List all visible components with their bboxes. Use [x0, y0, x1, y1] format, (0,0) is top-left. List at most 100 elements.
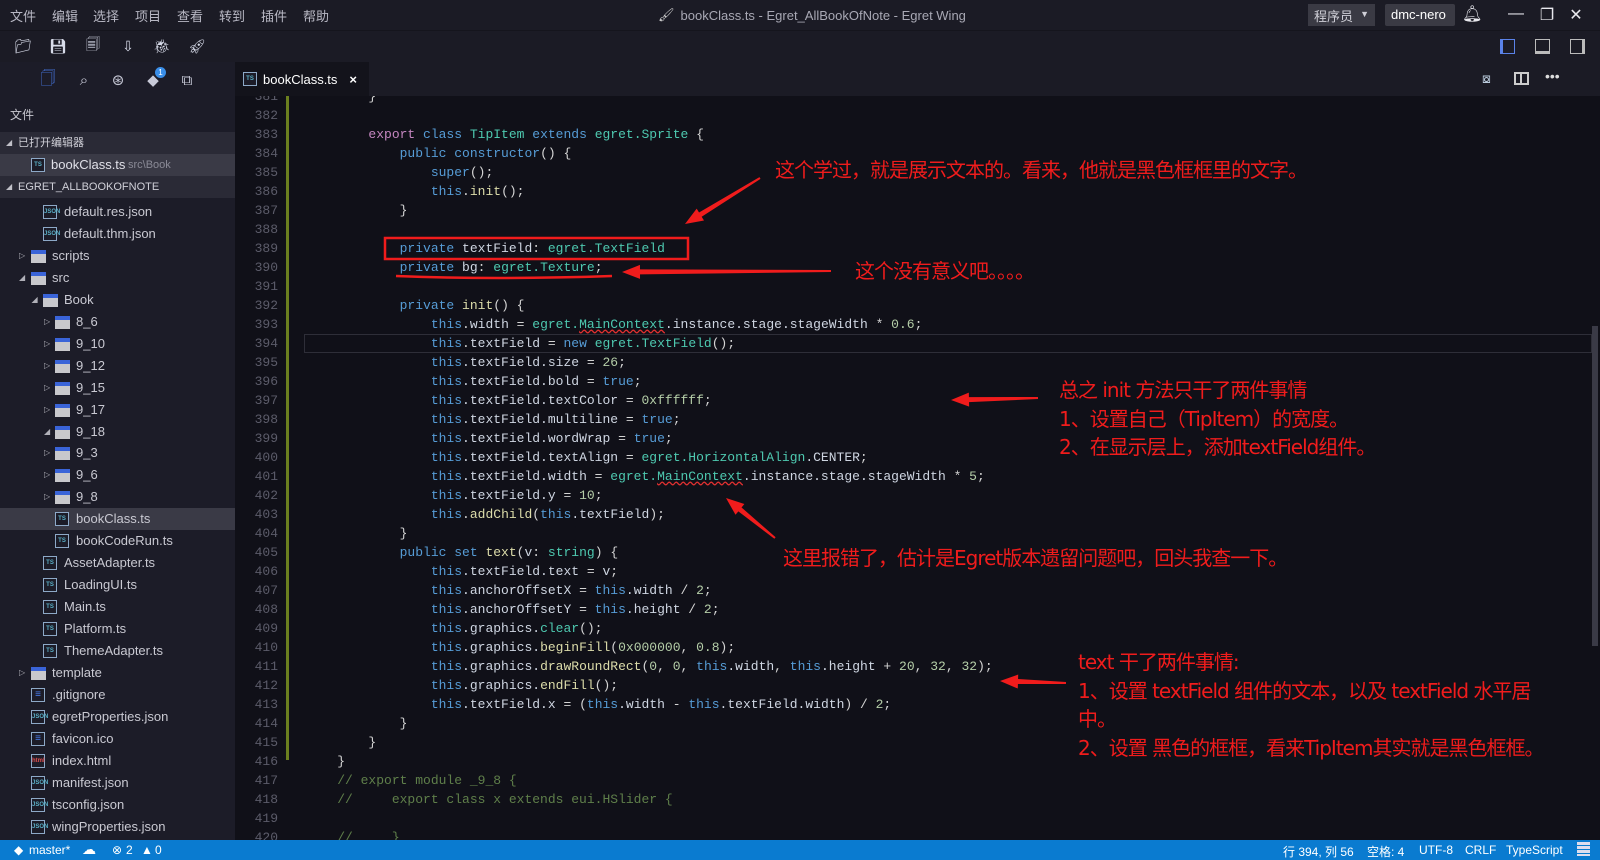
menu-help[interactable]: 帮助 [303, 6, 329, 25]
extensions-icon[interactable]: ⊛ [108, 70, 128, 90]
tree-item-name: bookCodeRun.ts [76, 533, 173, 549]
vertical-scrollbar[interactable] [1592, 326, 1598, 646]
indentation[interactable]: 空格: 4 [1367, 843, 1404, 860]
menu-project[interactable]: 项目 [135, 6, 161, 25]
menu-view[interactable]: 查看 [177, 6, 203, 25]
debug-icon[interactable]: 🐞︎ [153, 37, 171, 55]
project-section[interactable]: ◢ EGRET_ALLBOOKOFNOTE [0, 176, 235, 198]
menu-goto[interactable]: 转到 [219, 6, 245, 25]
tree-item[interactable]: TS Platform.ts [0, 618, 235, 640]
window-title-text: bookClass.ts - Egret_AllBookOfNote - Egr… [680, 7, 966, 23]
more-actions-icon[interactable]: ••• [1545, 68, 1560, 84]
menu-file[interactable]: 文件 [10, 6, 36, 25]
bracket-frame-icon[interactable]: ⧉ [177, 70, 197, 90]
tree-item[interactable]: ≡ .gitignore [0, 684, 235, 706]
tree-item-name: bookClass.ts [76, 511, 151, 527]
bell-icon[interactable]: 🔔︎ [1462, 4, 1482, 24]
line-ending[interactable]: CRLF [1465, 843, 1496, 857]
toggle-sidebar-icon[interactable] [1500, 39, 1515, 54]
tree-item[interactable]: ▷ 9_12 [0, 355, 235, 377]
tab-close-button[interactable]: × [349, 72, 357, 87]
collapsed-arrow-icon[interactable]: ▷ [44, 333, 50, 355]
tree-item[interactable]: TS ThemeAdapter.ts [0, 640, 235, 662]
warning-count[interactable]: 0 [155, 843, 162, 857]
run-rocket-icon[interactable]: 🚀︎ [188, 37, 206, 55]
tree-item[interactable]: TS bookCodeRun.ts [0, 530, 235, 552]
tree-item[interactable]: JSON egretProperties.json [0, 706, 235, 728]
collapsed-arrow-icon[interactable]: ▷ [19, 245, 25, 267]
user-account-button[interactable]: dmc-nero [1385, 4, 1455, 26]
minimize-button[interactable]: — [1506, 5, 1526, 23]
tree-item[interactable]: ▷ template [0, 662, 235, 684]
feedback-icon[interactable] [1577, 842, 1590, 856]
error-count[interactable]: 2 [126, 843, 133, 857]
restore-button[interactable]: ❐ [1537, 5, 1557, 25]
warning-icon[interactable]: ▲ [141, 843, 153, 857]
tree-item[interactable]: JSON wingProperties.json [0, 816, 235, 838]
menu-plugins[interactable]: 插件 [261, 6, 287, 25]
save-all-icon[interactable]: 🗐 [84, 36, 102, 55]
tree-item[interactable]: ▷ 9_3 [0, 442, 235, 464]
annotation-arrow [685, 177, 761, 224]
collapsed-arrow-icon[interactable]: ▷ [44, 355, 50, 377]
collapsed-arrow-icon[interactable]: ▷ [19, 662, 25, 684]
toggle-panel-icon[interactable] [1535, 39, 1550, 54]
tree-item[interactable]: ◢ 9_18 [0, 421, 235, 443]
tree-item[interactable]: JSON tsconfig.json [0, 794, 235, 816]
tree-item[interactable]: JSON default.res.json [0, 201, 235, 223]
collapsed-arrow-icon[interactable]: ▷ [44, 442, 50, 464]
tree-item[interactable]: ▷ scripts [0, 245, 235, 267]
collapsed-arrow-icon[interactable]: ▷ [44, 311, 50, 333]
language-mode[interactable]: TypeScript [1506, 843, 1563, 857]
expanded-arrow-icon[interactable]: ◢ [19, 267, 25, 289]
menu-selection[interactable]: 选择 [93, 6, 119, 25]
tree-item[interactable]: TS bookClass.ts [0, 508, 235, 531]
tree-item[interactable]: ≡ favicon.ico [0, 728, 235, 750]
open-editors-section[interactable]: ◢ 已打开编辑器 [0, 132, 235, 154]
collapsed-arrow-icon[interactable]: ▷ [44, 399, 50, 421]
tree-item[interactable]: ▷ 8_6 [0, 311, 235, 333]
init-note-line: 1、设置自己（TipItem）的宽度。 [1059, 406, 1349, 431]
tab-bookclass[interactable]: TS bookClass.ts × [235, 62, 369, 96]
encoding[interactable]: UTF-8 [1419, 843, 1453, 857]
tree-item[interactable]: TS AssetAdapter.ts [0, 552, 235, 574]
error-icon[interactable]: ⊗ [112, 843, 122, 857]
open-preview-icon[interactable]: ⧇ [1482, 70, 1491, 87]
expanded-arrow-icon[interactable]: ◢ [44, 421, 50, 443]
tree-item[interactable]: html index.html [0, 750, 235, 772]
explorer-icon[interactable]: 🗍 [38, 70, 58, 90]
tree-item[interactable]: ▷ 9_15 [0, 377, 235, 399]
tree-item[interactable]: TS Main.ts [0, 596, 235, 618]
expanded-arrow-icon[interactable]: ◢ [32, 289, 38, 311]
collapsed-arrow-icon[interactable]: ▷ [44, 377, 50, 399]
collapsed-arrow-icon[interactable]: ▷ [44, 464, 50, 486]
tree-item[interactable]: ◢ src [0, 267, 235, 289]
collapsed-arrow-icon[interactable]: ▷ [44, 486, 50, 508]
toggle-right-panel-icon[interactable] [1570, 39, 1585, 54]
git-branch[interactable]: master* [29, 843, 70, 857]
tree-item[interactable]: JSON default.thm.json [0, 223, 235, 245]
cloud-sync-icon[interactable]: ☁ [82, 841, 96, 858]
save-icon[interactable]: 💾︎ [49, 37, 67, 55]
close-window-button[interactable]: ✕ [1566, 5, 1586, 25]
text-file-icon: ≡ [31, 687, 45, 702]
tree-item[interactable]: JSON manifest.json [0, 772, 235, 794]
role-select[interactable]: 程序员 ▼ [1308, 4, 1375, 26]
annotation-bg-note: 这个没有意义吧。。。。 [855, 259, 1035, 283]
tree-item[interactable]: ▷ 9_17 [0, 399, 235, 421]
split-editor-icon[interactable] [1514, 72, 1529, 85]
menu-edit[interactable]: 编辑 [52, 6, 78, 25]
tree-item[interactable]: ▷ 9_10 [0, 333, 235, 355]
tree-item-name: LoadingUI.ts [64, 577, 137, 593]
tree-item[interactable]: TS LoadingUI.ts [0, 574, 235, 596]
search-icon[interactable]: ⌕ [74, 70, 94, 90]
folder-icon [31, 666, 46, 680]
cursor-position[interactable]: 行 394, 列 56 [1283, 843, 1354, 860]
tree-item[interactable]: ▷ 9_6 [0, 464, 235, 486]
tree-item[interactable]: ◢ Book [0, 289, 235, 311]
tree-item[interactable]: ▷ 9_8 [0, 486, 235, 508]
new-folder-icon[interactable]: 📁︎ [14, 37, 32, 55]
ts-file-icon: TS [31, 158, 45, 172]
publish-icon[interactable]: ⇩ [119, 37, 137, 55]
open-editor-item[interactable]: TS bookClass.ts src\Book [0, 154, 235, 176]
